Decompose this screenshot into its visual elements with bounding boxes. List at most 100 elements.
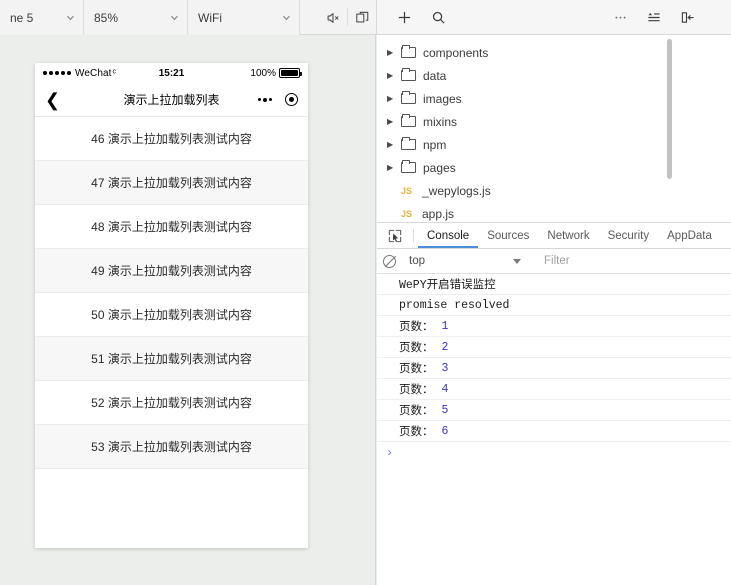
console-output: WePY开启错误监控 promise resolved 页数： 1 页数： 2 … — [377, 274, 731, 463]
phone-frame: WeChat ᶜ 15:21 100% ❮ 演示上拉加载列表 46 演示上拉加载… — [35, 63, 308, 548]
console-row: 页数： 1 — [377, 316, 731, 337]
chevron-down-icon — [282, 15, 291, 21]
add-file-button[interactable] — [387, 0, 421, 35]
list-item[interactable]: 53 演示上拉加载列表测试内容 — [35, 425, 308, 469]
console-row: 页数： 2 — [377, 337, 731, 358]
chevron-right-icon[interactable]: ▶ — [387, 94, 401, 103]
tree-item-components[interactable]: ▶ components — [377, 41, 731, 64]
console-message: promise resolved — [399, 298, 510, 312]
simulator-pane: WeChat ᶜ 15:21 100% ❮ 演示上拉加载列表 46 演示上拉加载… — [0, 35, 376, 585]
list-item[interactable]: 48 演示上拉加载列表测试内容 — [35, 205, 308, 249]
tree-item-label: data — [423, 68, 447, 83]
chevron-right-icon[interactable]: ▶ — [387, 48, 401, 57]
capsule-target-icon[interactable] — [285, 93, 298, 106]
file-explorer[interactable]: ▶ components ▶ data ▶ images ▶ mixins ▶ — [377, 35, 731, 223]
console-message: 页数： — [399, 426, 434, 439]
chevron-down-icon — [66, 15, 75, 21]
folder-icon — [401, 160, 416, 173]
console-value: 6 — [441, 424, 449, 438]
mute-button[interactable] — [319, 0, 347, 35]
tree-item-npm[interactable]: ▶ npm — [377, 133, 731, 156]
editor-toolbar — [376, 0, 731, 34]
console-context-select[interactable]: top — [405, 249, 527, 274]
network-select[interactable]: WiFi — [188, 0, 300, 35]
tree-item-label: npm — [423, 137, 447, 152]
console-value: 1 — [441, 319, 449, 333]
console-prompt[interactable]: › — [377, 442, 731, 463]
capsule-more-icon[interactable] — [258, 97, 272, 102]
scale-select[interactable]: 85% — [84, 0, 188, 35]
chevron-right-icon[interactable]: ▶ — [387, 163, 401, 172]
align-list-icon — [648, 12, 660, 21]
phone-status-bar: WeChat ᶜ 15:21 100% — [35, 63, 308, 83]
phone-nav-bar: ❮ 演示上拉加载列表 — [35, 83, 308, 117]
align-list-button[interactable] — [637, 0, 671, 35]
tree-item-label: images — [423, 91, 462, 106]
clear-console-icon[interactable] — [383, 254, 396, 268]
tree-item-pages[interactable]: ▶ pages — [377, 156, 731, 179]
inspect-element-button[interactable] — [381, 223, 409, 248]
chevron-right-icon[interactable]: ▶ — [387, 117, 401, 126]
folder-icon — [401, 114, 416, 127]
panel-collapse-right-icon — [681, 11, 694, 23]
tree-item-appjs[interactable]: JS app.js — [377, 202, 731, 222]
tabbar-divider — [413, 229, 414, 242]
tab-appdata[interactable]: AppData — [658, 223, 721, 248]
console-value: 2 — [441, 340, 449, 354]
back-chevron-icon[interactable]: ❮ — [45, 91, 60, 109]
console-message: 页数： — [399, 405, 434, 418]
search-icon — [432, 11, 445, 24]
list-item[interactable]: 51 演示上拉加载列表测试内容 — [35, 337, 308, 381]
list-item[interactable]: 47 演示上拉加载列表测试内容 — [35, 161, 308, 205]
file-tree-scrollbar[interactable] — [667, 39, 672, 179]
list-item[interactable]: 49 演示上拉加载列表测试内容 — [35, 249, 308, 293]
tree-item-label: pages — [423, 160, 456, 175]
console-message: 页数： — [399, 363, 434, 376]
scroll-list[interactable]: 46 演示上拉加载列表测试内容 47 演示上拉加载列表测试内容 48 演示上拉加… — [35, 117, 308, 469]
tree-item-label: _wepylogs.js — [422, 183, 491, 198]
tree-item-label: mixins — [423, 114, 458, 129]
tree-item-wepylogs[interactable]: JS _wepylogs.js — [377, 179, 731, 202]
folder-icon — [401, 45, 416, 58]
device-select[interactable]: ne 5 — [0, 0, 84, 35]
device-select-value: ne 5 — [10, 10, 34, 25]
devtools-window: ne 5 85% WiFi WeChat ᶜ 15:21 100% ❮ 演示上拉… — [0, 0, 731, 585]
inspect-element-icon — [388, 229, 402, 242]
console-context-value: top — [409, 255, 425, 267]
console-value: 3 — [441, 361, 449, 375]
folder-icon — [401, 91, 416, 104]
search-files-button[interactable] — [421, 0, 455, 35]
tree-item-images[interactable]: ▶ images — [377, 87, 731, 110]
chevron-right-icon[interactable]: ▶ — [387, 140, 401, 149]
console-value: 5 — [441, 403, 449, 417]
console-message: 页数： — [399, 321, 434, 334]
console-filter-input[interactable] — [536, 248, 731, 274]
devtools-tab-bar: Console Sources Network Security AppData — [377, 223, 731, 249]
chevron-right-icon[interactable]: ▶ — [387, 71, 401, 80]
list-item[interactable]: 52 演示上拉加载列表测试内容 — [35, 381, 308, 425]
more-options-button[interactable] — [603, 0, 637, 35]
console-value: 4 — [441, 382, 449, 396]
tab-network[interactable]: Network — [538, 223, 598, 248]
tab-console[interactable]: Console — [418, 223, 478, 248]
console-message: 页数： — [399, 342, 434, 355]
tab-sources[interactable]: Sources — [478, 223, 538, 248]
scale-select-value: 85% — [94, 10, 119, 25]
status-clock: 15:21 — [158, 67, 185, 79]
top-toolbar: ne 5 85% WiFi — [0, 0, 731, 35]
chevron-down-icon — [170, 15, 179, 21]
chevron-down-icon — [513, 258, 521, 264]
battery-icon — [279, 68, 302, 78]
console-row: promise resolved — [377, 295, 731, 316]
list-item[interactable]: 46 演示上拉加载列表测试内容 — [35, 117, 308, 161]
multi-window-button[interactable] — [348, 0, 376, 35]
console-row: 页数： 5 — [377, 400, 731, 421]
collapse-panel-button[interactable] — [671, 0, 705, 35]
tree-item-mixins[interactable]: ▶ mixins — [377, 110, 731, 133]
list-item[interactable]: 50 演示上拉加载列表测试内容 — [35, 293, 308, 337]
ellipsis-icon — [614, 16, 626, 18]
multi-window-icon — [355, 11, 368, 22]
tree-item-data[interactable]: ▶ data — [377, 64, 731, 87]
tab-security[interactable]: Security — [599, 223, 659, 248]
